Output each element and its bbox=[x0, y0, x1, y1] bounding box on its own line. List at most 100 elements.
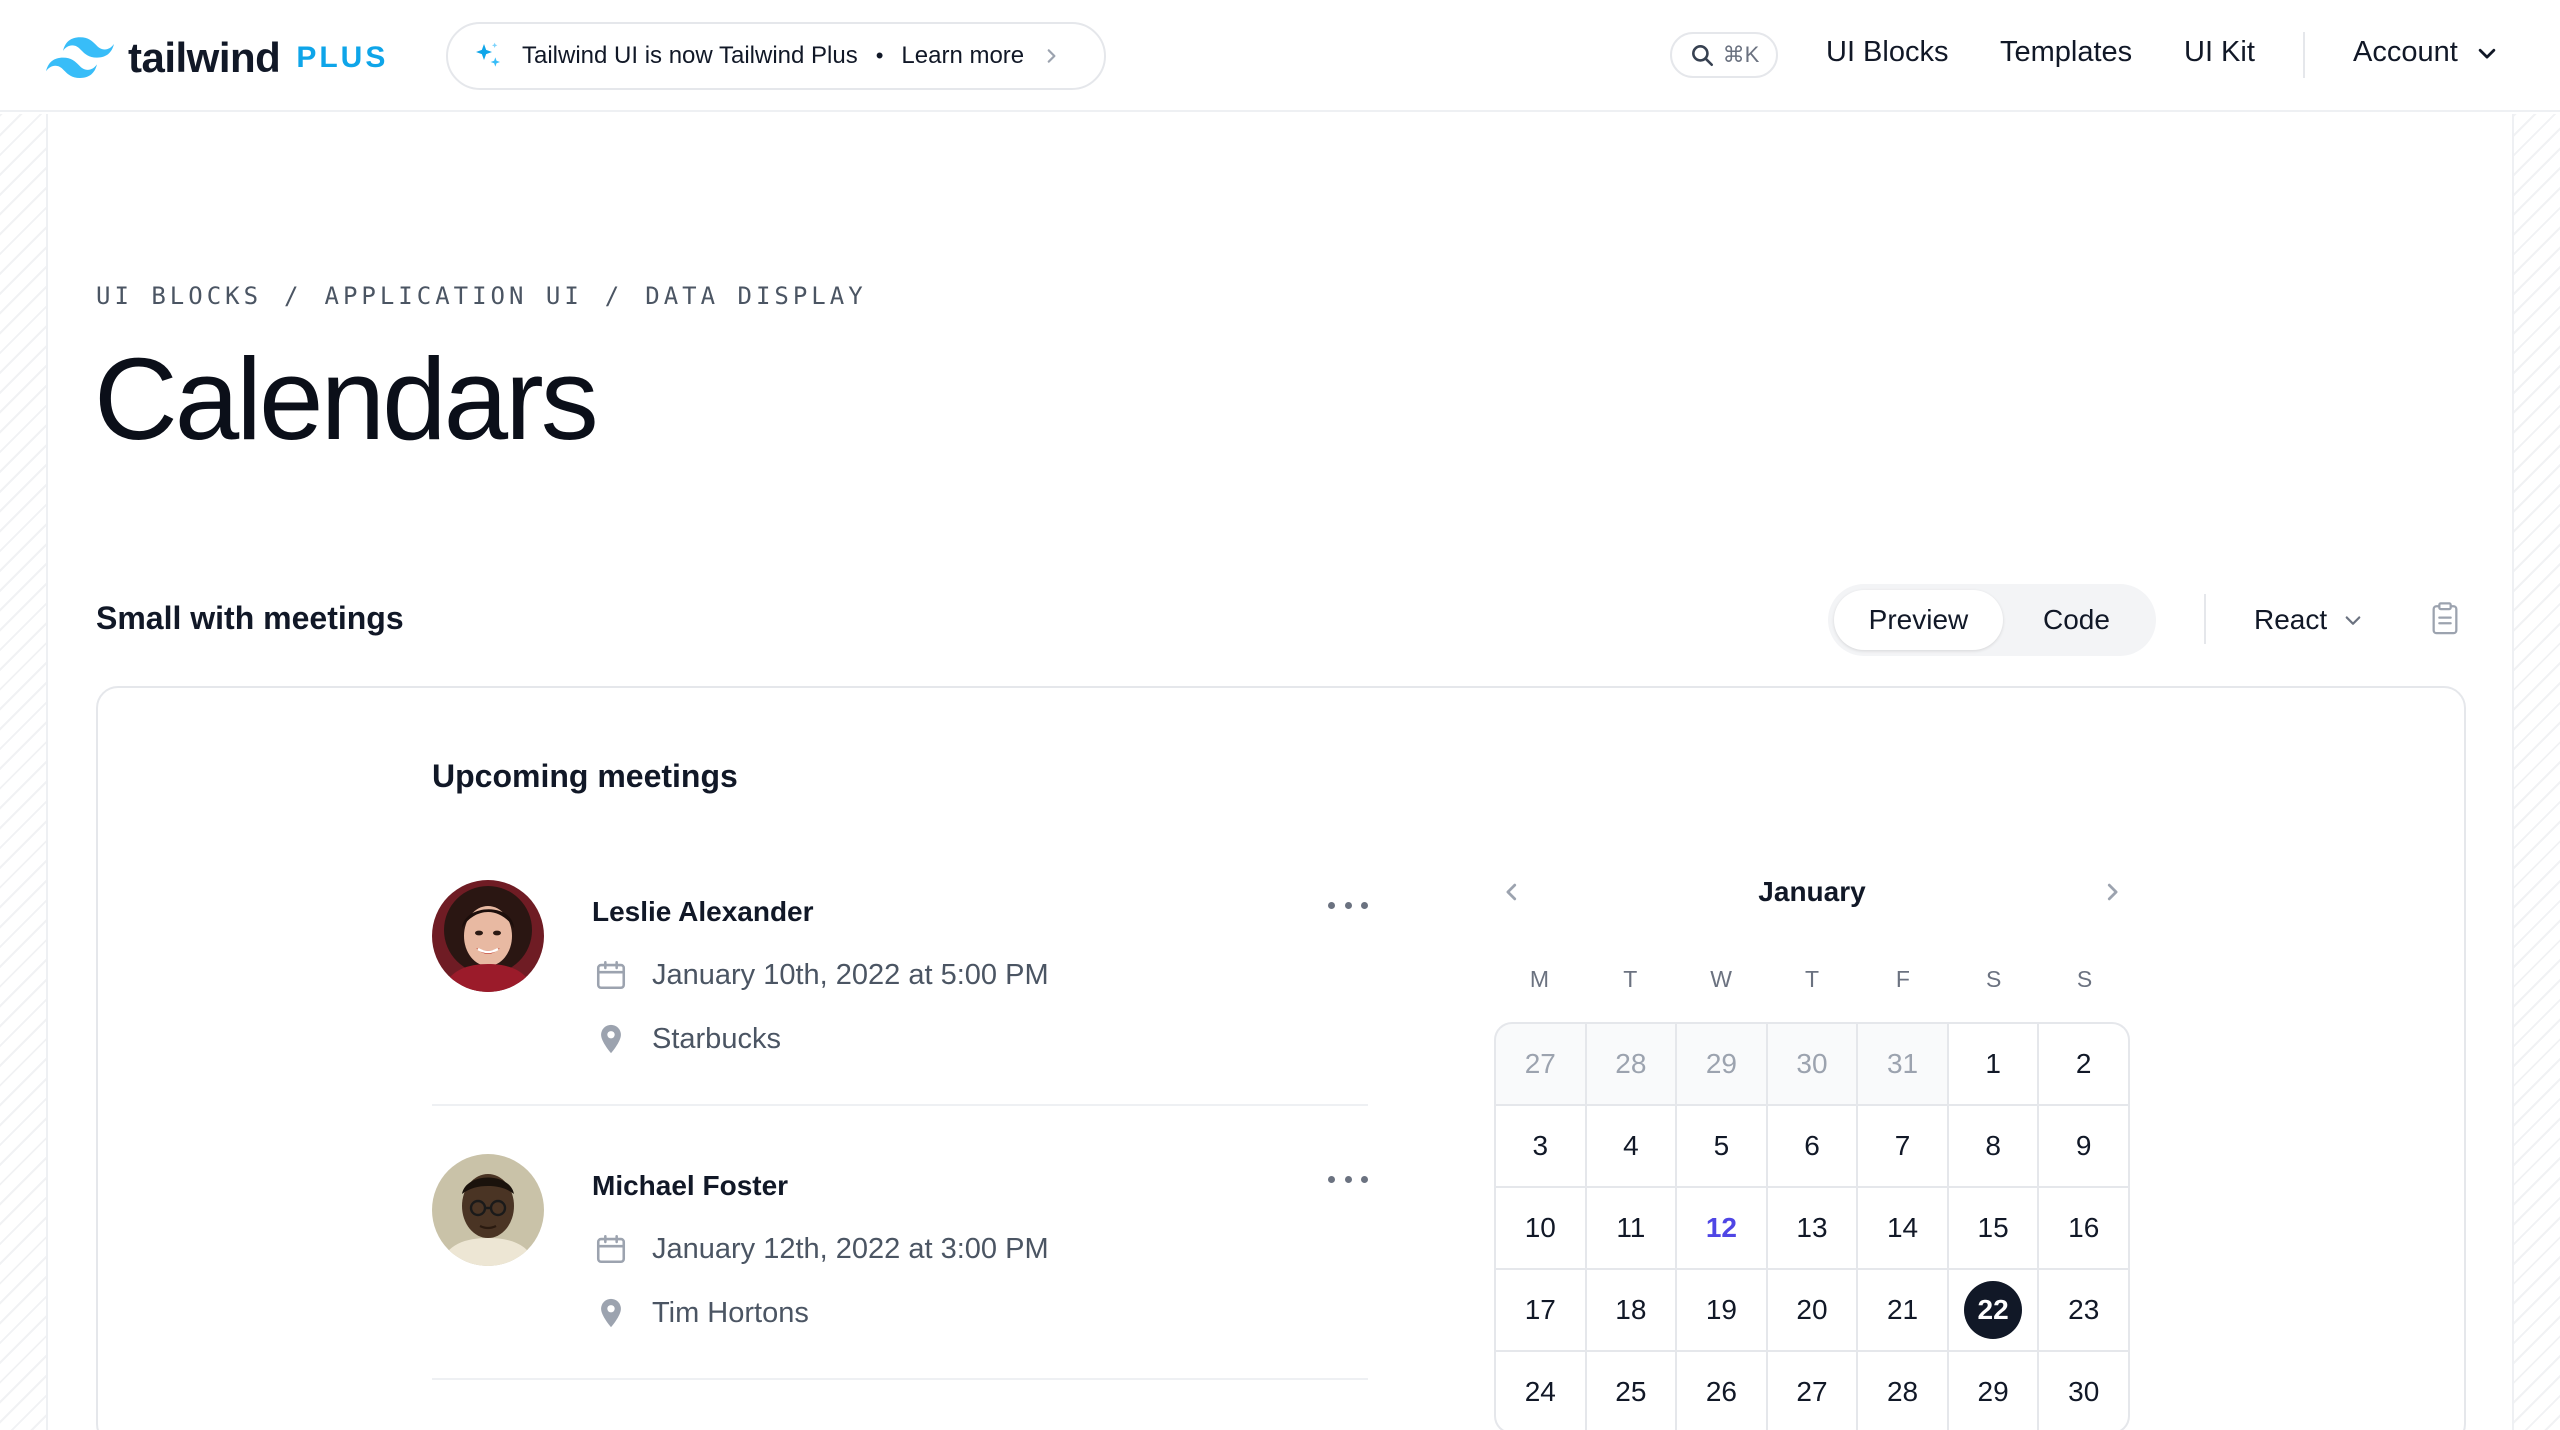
calendar-day[interactable]: 1 bbox=[1948, 1024, 2038, 1104]
account-label: Account bbox=[2353, 36, 2458, 68]
learn-more-link[interactable]: Learn more bbox=[901, 42, 1024, 70]
ellipsis-dot bbox=[1328, 1175, 1335, 1183]
calendar-day[interactable]: 31 bbox=[1858, 1024, 1947, 1104]
calendar-day[interactable]: 20 bbox=[1767, 1270, 1857, 1350]
calendar-day[interactable]: 28 bbox=[1858, 1352, 1947, 1430]
calendar-day[interactable]: 25 bbox=[1586, 1352, 1676, 1430]
calendar-day-selected[interactable]: 22 bbox=[1948, 1270, 2038, 1350]
top-navigation: tailwind PLUS Tailwind UI is now Tailwind… bbox=[0, 0, 2560, 112]
calendar-day[interactable]: 29 bbox=[1677, 1024, 1766, 1104]
preview-tab[interactable]: Preview bbox=[1834, 590, 2003, 650]
meeting-location: Starbucks bbox=[652, 1022, 781, 1055]
breadcrumb-separator: / bbox=[284, 282, 303, 310]
search-button[interactable]: ⌘K bbox=[1670, 32, 1778, 78]
nav-divider bbox=[2303, 32, 2305, 78]
announcement-text: Tailwind UI is now Tailwind Plus bbox=[522, 42, 858, 69]
code-tab[interactable]: Code bbox=[2003, 590, 2150, 650]
calendar-day[interactable]: 3 bbox=[1496, 1106, 1585, 1186]
calendar-day[interactable]: 6 bbox=[1767, 1106, 1857, 1186]
calendar-day[interactable]: 10 bbox=[1496, 1188, 1585, 1268]
calendar-day[interactable]: 29 bbox=[1948, 1352, 2038, 1430]
calendar-month: January bbox=[1758, 876, 1866, 907]
meeting-location-row: Starbucks bbox=[594, 1022, 781, 1056]
next-month-button[interactable] bbox=[2094, 874, 2130, 910]
ellipsis-dot bbox=[1344, 1175, 1352, 1183]
chevron-right-icon bbox=[2107, 883, 2118, 901]
framework-select[interactable]: React bbox=[2254, 604, 2363, 636]
ellipsis-dot bbox=[1328, 901, 1335, 909]
framework-label: React bbox=[2254, 604, 2328, 635]
announcement-pill[interactable]: Tailwind UI is now Tailwind Plus • Learn… bbox=[446, 22, 1106, 90]
meeting-divider bbox=[432, 1104, 1368, 1106]
calendar-day[interactable]: 21 bbox=[1858, 1270, 1947, 1350]
more-options-button[interactable] bbox=[1328, 1164, 1368, 1194]
meeting-location-row: Tim Hortons bbox=[594, 1296, 809, 1330]
calendar-day[interactable]: 5 bbox=[1677, 1106, 1766, 1186]
search-icon bbox=[1691, 45, 1713, 67]
right-decorative-stripe bbox=[2512, 114, 2560, 1430]
tailwind-logo-icon bbox=[46, 37, 114, 79]
breadcrumb: UI BLOCKS / APPLICATION UI / DATA DISPLA… bbox=[96, 282, 867, 310]
nav-templates[interactable]: Templates bbox=[2000, 36, 2132, 69]
calendar-day[interactable]: 27 bbox=[1496, 1024, 1585, 1104]
breadcrumb-data-display[interactable]: DATA DISPLAY bbox=[645, 282, 866, 310]
calendar-day[interactable]: 14 bbox=[1858, 1188, 1947, 1268]
meeting-attendee-name: Michael Foster bbox=[592, 1170, 789, 1201]
calendar-day[interactable]: 23 bbox=[2039, 1270, 2128, 1350]
upcoming-meetings-heading: Upcoming meetings bbox=[432, 758, 738, 794]
calendar-day[interactable]: 16 bbox=[2039, 1188, 2128, 1268]
nav-ui-blocks[interactable]: UI Blocks bbox=[1826, 36, 1948, 69]
calendar-day[interactable]: 24 bbox=[1496, 1352, 1585, 1430]
map-pin-icon bbox=[601, 1298, 621, 1328]
weekday-label: M bbox=[1529, 966, 1549, 992]
copy-clipboard-icon[interactable] bbox=[2430, 602, 2460, 636]
meeting-datetime-row: January 12th, 2022 at 3:00 PM bbox=[594, 1232, 1049, 1266]
ellipsis-dot bbox=[1361, 901, 1368, 909]
weekday-label: S bbox=[1986, 966, 2002, 992]
selected-day-number: 22 bbox=[1964, 1281, 2023, 1339]
calendar-grid: 27 28 29 30 31 1 2 3 4 5 6 7 8 9 10 11 12 13 14 15 16 17 18 19 2… bbox=[1494, 1022, 2130, 1430]
calendar-day[interactable]: 7 bbox=[1858, 1106, 1947, 1186]
breadcrumb-ui-blocks[interactable]: UI BLOCKS bbox=[96, 282, 262, 310]
calendar-icon bbox=[596, 1234, 626, 1264]
left-decorative-stripe bbox=[0, 114, 48, 1430]
calendar-day[interactable]: 11 bbox=[1586, 1188, 1676, 1268]
calendar-day[interactable]: 18 bbox=[1586, 1270, 1676, 1350]
weekday-label: T bbox=[1623, 966, 1638, 992]
calendar-day[interactable]: 17 bbox=[1496, 1270, 1585, 1350]
logo[interactable]: tailwind PLUS bbox=[46, 34, 388, 82]
calendar-day[interactable]: 30 bbox=[2039, 1352, 2128, 1430]
calendar-day[interactable]: 26 bbox=[1677, 1352, 1766, 1430]
weekday-label: F bbox=[1895, 966, 1910, 992]
calendar-day[interactable]: 19 bbox=[1677, 1270, 1766, 1350]
calendar-day[interactable]: 4 bbox=[1586, 1106, 1676, 1186]
ellipsis-dot bbox=[1344, 901, 1352, 909]
weekday-header: MTWTFSS bbox=[1494, 966, 2130, 993]
calendar-day[interactable]: 15 bbox=[1948, 1188, 2038, 1268]
calendar-day[interactable]: 30 bbox=[1767, 1024, 1857, 1104]
avatar bbox=[432, 880, 544, 992]
announcement-separator: • bbox=[875, 43, 884, 68]
section-divider bbox=[2204, 594, 2206, 644]
calendar-day[interactable]: 9 bbox=[2039, 1106, 2128, 1186]
calendar-day[interactable]: 28 bbox=[1586, 1024, 1676, 1104]
logo-wordmark: tailwind bbox=[128, 34, 281, 81]
calendar-day-today[interactable]: 12 bbox=[1677, 1188, 1766, 1268]
map-pin-icon bbox=[601, 1024, 621, 1054]
account-menu[interactable]: Account bbox=[2353, 36, 2498, 69]
ellipsis-dot bbox=[1361, 1175, 1368, 1183]
calendar-day[interactable]: 8 bbox=[1948, 1106, 2038, 1186]
search-shortcut: ⌘K bbox=[1722, 42, 1760, 67]
meeting-datetime: January 12th, 2022 at 3:00 PM bbox=[652, 1232, 1049, 1265]
meeting-item: Leslie Alexander January 10th, 2022 at 5… bbox=[432, 880, 1368, 1060]
section-title: Small with meetings bbox=[96, 600, 404, 636]
weekday-label: T bbox=[1804, 966, 1820, 992]
calendar-day[interactable]: 13 bbox=[1767, 1188, 1857, 1268]
calendar-day[interactable]: 27 bbox=[1767, 1352, 1857, 1430]
weekday-label: S bbox=[2076, 966, 2093, 992]
breadcrumb-application-ui[interactable]: APPLICATION UI bbox=[325, 282, 583, 310]
breadcrumb-separator: / bbox=[604, 282, 624, 310]
more-options-button[interactable] bbox=[1328, 890, 1368, 920]
nav-ui-kit[interactable]: UI Kit bbox=[2184, 36, 2255, 69]
calendar-day[interactable]: 2 bbox=[2039, 1024, 2128, 1104]
